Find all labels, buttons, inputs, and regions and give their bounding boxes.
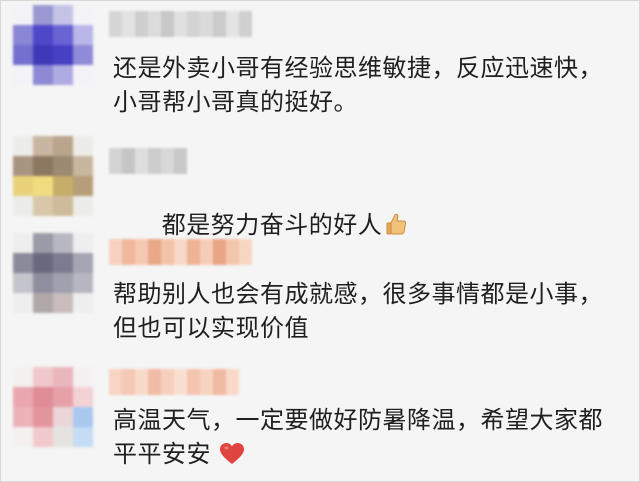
avatar[interactable]: [13, 136, 93, 216]
username-blurred[interactable]: [109, 11, 259, 37]
comment-item: 还是外卖小哥有经验思维敏捷，反应迅速快， 小哥帮小哥真的挺好。: [1, 1, 639, 126]
username-blurred[interactable]: [109, 148, 199, 174]
comment-item: 帮助别人也会有成就感，很多事情都是小事， 但也可以实现价值: [1, 221, 639, 351]
avatar[interactable]: [13, 233, 93, 313]
avatar[interactable]: [13, 5, 93, 85]
avatar[interactable]: [13, 367, 93, 447]
comment-list: 还是外卖小哥有经验思维敏捷，反应迅速快， 小哥帮小哥真的挺好。 都是努力奋斗的好…: [0, 0, 640, 482]
comment-text: 高温天气，一定要做好防暑降温，希望大家都 平平安安: [113, 403, 631, 471]
comment-text-content: 高温天气，一定要做好防暑降温，希望大家都 平平安安: [113, 406, 603, 468]
comment-text: 帮助别人也会有成就感，很多事情都是小事， 但也可以实现价值: [113, 280, 603, 342]
comment-item: 高温天气，一定要做好防暑降温，希望大家都 平平安安: [1, 353, 639, 481]
comment-text: 还是外卖小哥有经验思维敏捷，反应迅速快， 小哥帮小哥真的挺好。: [113, 54, 603, 116]
comment-item: 都是努力奋斗的好人: [1, 126, 639, 239]
username-blurred[interactable]: [109, 239, 259, 265]
username-blurred[interactable]: [109, 369, 249, 395]
heart-icon: [219, 441, 245, 465]
